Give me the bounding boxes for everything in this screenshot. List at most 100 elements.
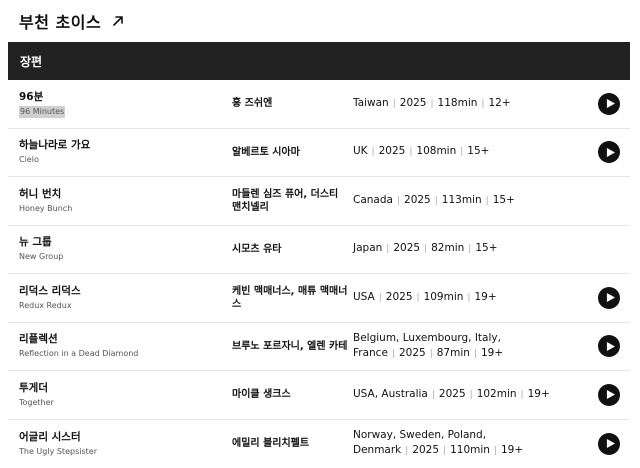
separator: | — [405, 446, 409, 457]
film-info-item: 113min — [441, 193, 482, 206]
film-info-item: 15+ — [492, 193, 515, 206]
film-title-korean[interactable]: 어글리 시스터 — [19, 430, 219, 444]
director-name: 에밀리 블리치펠트 — [232, 438, 310, 450]
film-info: Japan | 2025 | 82min | 15+ — [353, 241, 498, 257]
film-info-item: 2025 — [438, 387, 466, 400]
film-row[interactable]: 하늘나라로 가요 Cielo 알베르토 시아마 UK | 2025 | 108min | 15+ — [8, 129, 630, 177]
film-info-item: 19+ — [527, 387, 550, 400]
separator: | — [429, 348, 433, 359]
play-button[interactable] — [598, 286, 620, 309]
film-title-korean[interactable]: 하늘나라로 가요 — [19, 138, 219, 152]
film-info: UK | 2025 | 108min | 15+ — [353, 144, 489, 160]
film-info-item: 2025 — [398, 346, 426, 359]
director-name: 알베르토 시아마 — [232, 146, 300, 158]
film-info-item: 2025 — [378, 145, 406, 158]
film-info-item: 19+ — [480, 346, 504, 359]
film-title-korean[interactable]: 뉴 그룹 — [19, 235, 219, 249]
director-name: 홍 즈쉬엔 — [232, 98, 273, 110]
film-title-korean[interactable]: 리플렉션 — [19, 332, 219, 346]
separator: | — [371, 147, 375, 158]
director-cell: 브루노 포르자니, 엘렌 카테 — [232, 323, 348, 371]
director-name: 마들렌 심즈 퓨어, 더스티 맨치넬리 — [232, 188, 339, 213]
director-cell: 케빈 맥매너스, 매튜 맥매너스 — [232, 274, 348, 322]
film-row[interactable]: 어글리 시스터 The Ugly Stepsister 에밀리 블리치펠트 Norwa… — [8, 420, 630, 468]
play-icon — [606, 147, 615, 157]
director-name: 브루노 포르자니, 엘렌 카테 — [232, 340, 348, 352]
page-header: 부천 초이스 — [19, 8, 125, 34]
play-icon — [606, 341, 615, 351]
film-info-item: 2025 — [404, 193, 431, 206]
film-info-item: 110min — [450, 444, 490, 457]
separator: | — [469, 389, 473, 400]
film-title-english: Redux Redux — [19, 300, 72, 310]
film-info-cell: Belgium, Luxembourg, Italy, France | 2025 |… — [353, 323, 588, 371]
film-info-item: 109min — [423, 290, 464, 303]
film-info-cell: Norway, Sweden, Poland, Denmark | 2025 | 110… — [353, 420, 588, 468]
film-info-item: 19+ — [500, 444, 524, 457]
film-title-cell: 96분 96 Minutes — [19, 80, 219, 128]
film-info-item: 12+ — [488, 96, 511, 109]
film-info-cell: UK | 2025 | 108min | 15+ — [353, 129, 588, 177]
film-info-item: Japan — [353, 242, 383, 255]
film-info-item: 2025 — [399, 96, 427, 109]
separator: | — [392, 98, 396, 109]
film-info-cell: Taiwan | 2025 | 118min | 12+ — [353, 80, 588, 128]
film-title-english: 96 Minutes — [19, 105, 66, 118]
film-info-item: USA — [353, 290, 375, 303]
film-title-korean[interactable]: 투게더 — [19, 381, 219, 395]
director-name: 케빈 맥매너스, 매튜 맥매너스 — [232, 285, 348, 310]
film-info-item: Belgium, Luxembourg, Italy, France — [353, 331, 501, 359]
film-info-item: 15+ — [475, 242, 498, 255]
separator: | — [430, 98, 434, 109]
page-title: 부천 초이스 — [19, 13, 102, 32]
film-info-item: 118min — [437, 96, 478, 109]
separator: | — [467, 292, 471, 303]
film-info-item: 82min — [431, 242, 465, 255]
film-row[interactable]: 리덕스 리덕스 Redux Redux 케빈 맥매너스, 매튜 맥매너스 USA | 20… — [8, 274, 630, 323]
play-icon — [606, 439, 615, 449]
play-button[interactable] — [598, 383, 620, 406]
arrow-up-right-icon[interactable] — [111, 14, 125, 28]
film-title-english: New Group — [19, 252, 64, 262]
separator: | — [434, 195, 438, 206]
film-row[interactable]: 허니 번치 Honey Bunch 마들렌 심즈 퓨어, 더스티 맨치넬리 Canad… — [8, 177, 630, 226]
director-cell: 에밀리 블리치펠트 — [232, 420, 348, 468]
film-info-item: USA, Australia — [353, 387, 428, 400]
play-icon — [606, 99, 615, 109]
play-button[interactable] — [598, 335, 620, 358]
film-row[interactable]: 96분 96 Minutes 홍 즈쉬엔 Taiwan | 2025 | 118min | 12+ — [8, 80, 630, 129]
film-info-item: 2025 — [385, 290, 413, 303]
film-info-item: UK — [353, 145, 368, 158]
film-title-cell: 허니 번치 Honey Bunch — [19, 177, 219, 225]
film-info-cell: USA, Australia | 2025 | 102min | 19+ — [353, 371, 588, 419]
film-list: 96분 96 Minutes 홍 즈쉬엔 Taiwan | 2025 | 118min | 12+… — [8, 80, 630, 468]
section-label: 장편 — [20, 54, 43, 69]
film-row[interactable]: 뉴 그룹 New Group 시모츠 유타 Japan | 2025 | 82min | 15+ — [8, 226, 630, 274]
separator: | — [481, 98, 485, 109]
film-info: Canada | 2025 | 113min | 15+ — [353, 193, 515, 209]
director-cell: 시모츠 유타 — [232, 226, 348, 274]
play-icon — [606, 390, 615, 400]
film-title-korean[interactable]: 96분 — [19, 90, 219, 104]
separator: | — [473, 348, 477, 359]
film-title-korean[interactable]: 리덕스 리덕스 — [19, 284, 219, 298]
separator: | — [386, 244, 390, 255]
separator: | — [391, 348, 395, 359]
film-title-english: Reflection in a Dead Diamond — [19, 349, 139, 359]
separator: | — [431, 389, 435, 400]
film-title-korean[interactable]: 허니 번치 — [19, 187, 219, 201]
film-info-cell: Japan | 2025 | 82min | 15+ — [353, 226, 588, 274]
play-button[interactable] — [598, 432, 620, 455]
film-info: USA, Australia | 2025 | 102min | 19+ — [353, 387, 550, 403]
play-button[interactable] — [598, 92, 620, 115]
director-cell: 알베르토 시아마 — [232, 129, 348, 177]
film-row[interactable]: 리플렉션 Reflection in a Dead Diamond 브루노 포르자니… — [8, 323, 630, 371]
director-name: 시모츠 유타 — [232, 243, 282, 255]
separator: | — [396, 195, 401, 206]
film-info-item: 102min — [476, 387, 517, 400]
film-row[interactable]: 투게더 Together 마이클 생크스 USA, Australia | 2025 | 10… — [8, 371, 630, 420]
play-button[interactable] — [598, 141, 620, 164]
film-title-english: The Ugly Stepsister — [19, 446, 97, 456]
separator: | — [443, 446, 447, 457]
film-title-english: Honey Bunch — [19, 203, 73, 213]
